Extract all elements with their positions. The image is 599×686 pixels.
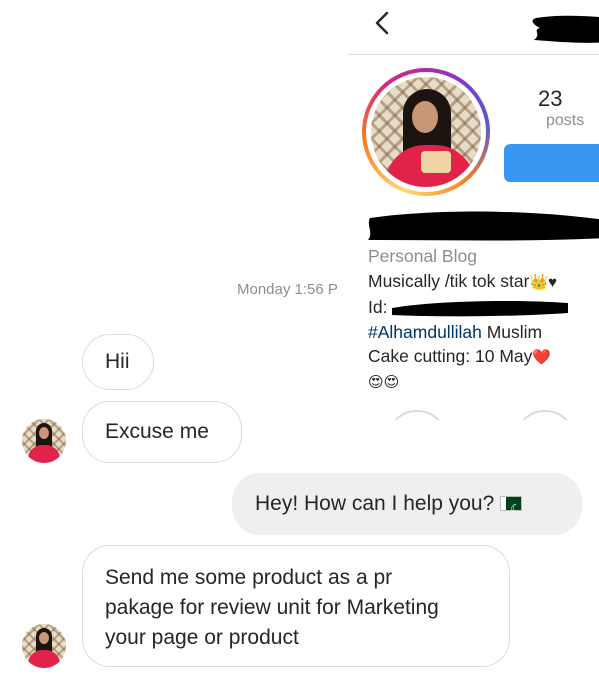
pakistan-flag-icon [500,494,523,524]
bio-category: Personal Blog [368,246,477,266]
profile-avatar[interactable] [362,68,490,196]
follow-button[interactable] [504,144,599,182]
posts-label: posts [546,112,585,129]
incoming-message[interactable]: Excuse me [82,401,242,463]
profile-preview: 23 posts Personal Blog Musically /tik to… [348,0,599,420]
bio-line-id: Id: [368,295,599,320]
sender-avatar[interactable] [22,419,66,463]
bio-line-musically: Musically /tik tok star👑♥ [368,270,558,291]
posts-count: 23 [538,86,563,111]
crown-emoji-icon: 👑 [529,273,549,291]
black-heart-icon: ♥ [548,273,558,291]
message-timestamp: Monday 1:56 P [237,281,338,298]
username-redaction [532,15,599,43]
incoming-message[interactable]: Send me some product as a pr pakage for … [82,545,510,667]
red-heart-icon: ❤️ [532,349,552,366]
outgoing-message[interactable]: Hey! How can I help you? [232,473,582,535]
sender-avatar[interactable] [22,624,66,668]
heart-eyes-emoji-icon: 😍😍 [368,373,400,391]
bio-line-hashtag: #Alhamdullilah Muslim [368,321,543,342]
chevron-left-icon[interactable] [370,10,396,36]
bio-line-cake: Cake cutting: 10 May❤️ [368,346,552,366]
story-highlight[interactable] [514,410,576,420]
name-redaction [368,211,599,241]
id-redaction [392,301,569,317]
story-highlight[interactable] [386,410,448,420]
hashtag-link[interactable]: #Alhamdullilah [368,322,482,342]
header-divider [348,54,599,55]
incoming-message[interactable]: Hii [82,334,154,390]
profile-bio: Personal Blog Musically /tik tok star👑♥ … [368,244,599,395]
